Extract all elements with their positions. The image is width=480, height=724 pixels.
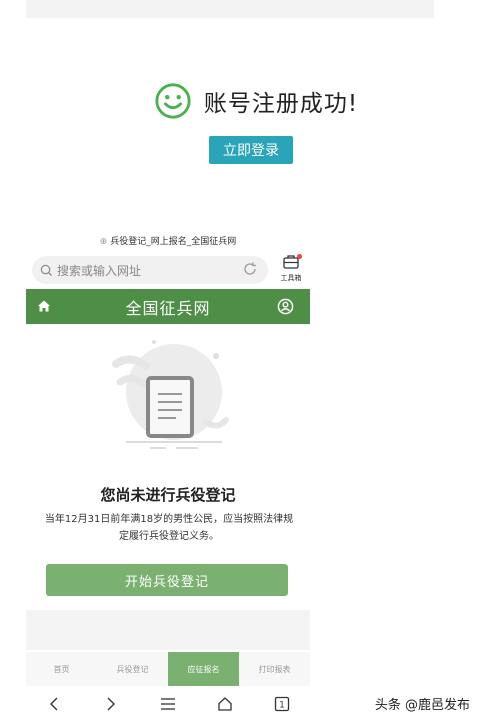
chevron-right-icon [107, 697, 116, 711]
empty-document-illustration [112, 340, 229, 449]
home-nav-button[interactable] [210, 692, 240, 716]
success-row: 账号注册成功! [32, 82, 480, 120]
toolbox-label: 工具箱 [280, 274, 302, 282]
search-row: 搜索或输入网址 工具箱 [32, 254, 310, 286]
phone-screenshot: ⊕ 兵役登记_网上报名_全国征兵网 搜索或输入网址 工具箱 全国征兵网 您尚未进… [26, 234, 310, 724]
forward-button[interactable] [96, 692, 126, 716]
search-placeholder: 搜索或输入网址 [57, 263, 142, 278]
tab-print-report[interactable]: 打印报表 [239, 652, 310, 686]
tab-enlistment-signup[interactable]: 应征报名 [168, 652, 239, 686]
smile-icon [155, 83, 191, 119]
back-button[interactable] [39, 692, 69, 716]
watermark: 头条 @鹿邑发布 [374, 698, 470, 713]
menu-icon [160, 698, 175, 710]
search-input[interactable]: 搜索或输入网址 [32, 256, 268, 284]
success-section: 账号注册成功! 立即登录 [0, 82, 480, 164]
success-message: 账号注册成功! [203, 91, 359, 117]
globe-icon: ⊕ [99, 237, 108, 247]
login-button[interactable]: 立即登录 [209, 136, 293, 164]
tab-home[interactable]: 首页 [26, 652, 97, 686]
page-title-text: 兵役登记_网上报名_全国征兵网 [110, 237, 237, 247]
content-spacer [26, 610, 310, 650]
browser-nav-bar: 1 [26, 689, 310, 719]
toolbox-button[interactable]: 工具箱 [276, 254, 306, 283]
tabs-count-icon: 1 [274, 696, 289, 712]
chevron-left-icon [50, 697, 58, 711]
menu-button[interactable] [153, 692, 183, 716]
refresh-icon[interactable] [242, 261, 258, 277]
search-icon [40, 264, 53, 276]
bottom-tab-bar: 首页 兵役登记 应征报名 打印报表 [26, 652, 310, 686]
house-outline-icon [218, 697, 232, 711]
tab-military-registration[interactable]: 兵役登记 [97, 652, 168, 686]
home-icon[interactable] [37, 299, 51, 313]
top-strip [26, 0, 434, 18]
start-registration-button[interactable]: 开始兵役登记 [46, 564, 288, 596]
svg-text:1: 1 [279, 701, 285, 711]
notification-dot [297, 254, 302, 259]
screenshot-page: 账号注册成功! 立即登录 ⊕ 兵役登记_网上报名_全国征兵网 搜索或输入网址 工… [0, 0, 480, 724]
browser-page-title: ⊕ 兵役登记_网上报名_全国征兵网 [26, 234, 310, 247]
empty-state-description: 当年12月31日前年满18岁的男性公民，应当按照法律规定履行兵役登记义务。 [44, 514, 294, 542]
user-icon[interactable] [277, 298, 294, 315]
site-title: 全国征兵网 [125, 298, 211, 318]
site-header: 全国征兵网 [26, 289, 310, 324]
empty-state-title: 您尚未进行兵役登记 [100, 486, 236, 504]
tabs-button[interactable]: 1 [267, 692, 297, 716]
